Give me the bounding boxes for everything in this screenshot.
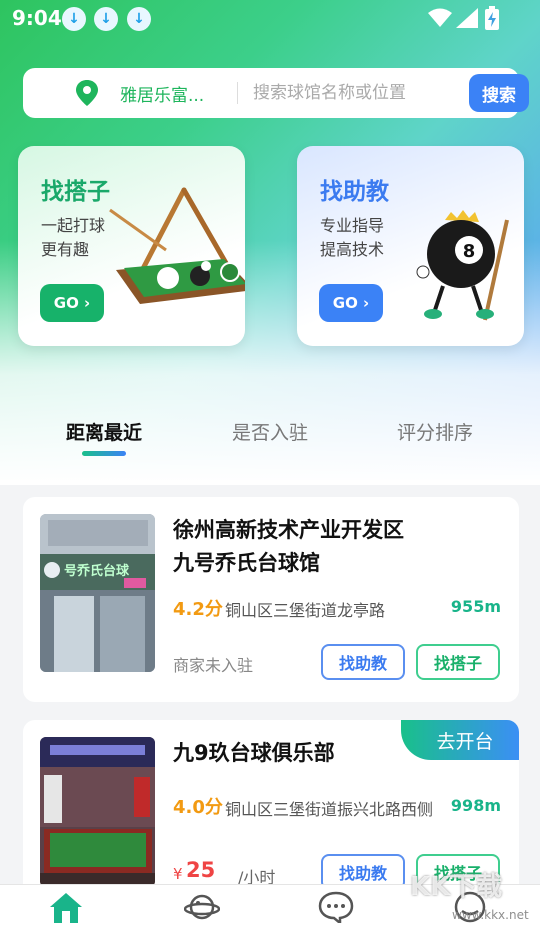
billiard-table-icon	[109, 187, 245, 304]
go-button[interactable]: GO ›	[40, 284, 104, 322]
battery-charging-icon	[485, 6, 499, 30]
location-pin-icon[interactable]	[75, 80, 99, 106]
price-currency: ¥	[173, 865, 183, 883]
venue-sign-text: 号乔氏台球	[64, 564, 130, 579]
tab-distance[interactable]: 距离最近	[66, 418, 142, 445]
venue-address: 铜山区三堡街道振兴北路西侧	[225, 800, 434, 819]
venue-status: 商家未入驻	[173, 656, 254, 675]
venue-distance: 955m	[450, 597, 501, 616]
venue-card[interactable]: 号乔氏台球 徐州高新技术产业开发区九号乔氏台球馆 4.2分 铜山区三堡街道龙亭路…	[23, 497, 519, 702]
card-subtitle-line: 一起打球	[41, 216, 106, 235]
price-value: 25	[186, 858, 216, 882]
current-location[interactable]: 雅居乐富...	[120, 81, 204, 106]
search-divider	[237, 82, 238, 104]
venue-distance: 998m	[450, 796, 501, 815]
signal-icon	[456, 8, 478, 28]
eight-ball-mascot-icon: 8	[416, 210, 509, 321]
chat-bubble-icon[interactable]	[318, 891, 354, 923]
tab-settled[interactable]: 是否入驻	[232, 418, 308, 445]
search-bar: 雅居乐富... 搜索	[23, 68, 529, 118]
venue-photo: 号乔氏台球	[40, 514, 155, 672]
tab-rating[interactable]: 评分排序	[397, 418, 473, 445]
venue-rating: 4.0分	[173, 797, 223, 818]
search-input[interactable]	[253, 78, 463, 108]
card-title: 找助教	[320, 179, 389, 205]
venue-name: 九9玖台球俱乐部	[173, 741, 335, 765]
find-coach-button[interactable]: 找助教	[321, 644, 405, 680]
card-subtitle-line: 提高技术	[320, 240, 385, 259]
card-subtitle-line: 专业指导	[320, 216, 385, 235]
card-subtitle-line: 更有趣	[41, 240, 90, 259]
search-button[interactable]: 搜索	[469, 74, 529, 112]
go-button[interactable]: GO ›	[319, 284, 383, 322]
download-icon: ↓	[127, 7, 151, 31]
home-icon[interactable]	[48, 891, 84, 923]
venue-name: 徐州高新技术产业开发区九号乔氏台球馆	[173, 518, 404, 575]
venue-address: 铜山区三堡街道龙亭路	[225, 601, 386, 620]
venue-photo	[40, 737, 155, 887]
wifi-icon	[428, 8, 452, 27]
find-partner-button[interactable]: 找搭子	[416, 644, 500, 680]
download-icon: ↓	[62, 7, 86, 31]
active-tab-indicator	[82, 451, 126, 456]
status-bar: 9:04 ↓ ↓ ↓	[0, 0, 540, 38]
status-time: 9:04	[12, 6, 62, 30]
planet-icon[interactable]	[184, 891, 220, 923]
card-title: 找搭子	[41, 179, 110, 205]
venue-rating: 4.2分	[173, 599, 223, 620]
watermark-logo: KK下载	[410, 872, 503, 902]
watermark-url: www.kkx.net	[452, 908, 529, 922]
find-partner-card[interactable]: 找搭子 一起打球 更有趣 GO ›	[18, 146, 245, 346]
find-coach-card[interactable]: 找助教 专业指导 提高技术 GO › 8	[297, 146, 524, 346]
svg-text:8: 8	[463, 241, 476, 262]
download-icon: ↓	[94, 7, 118, 31]
